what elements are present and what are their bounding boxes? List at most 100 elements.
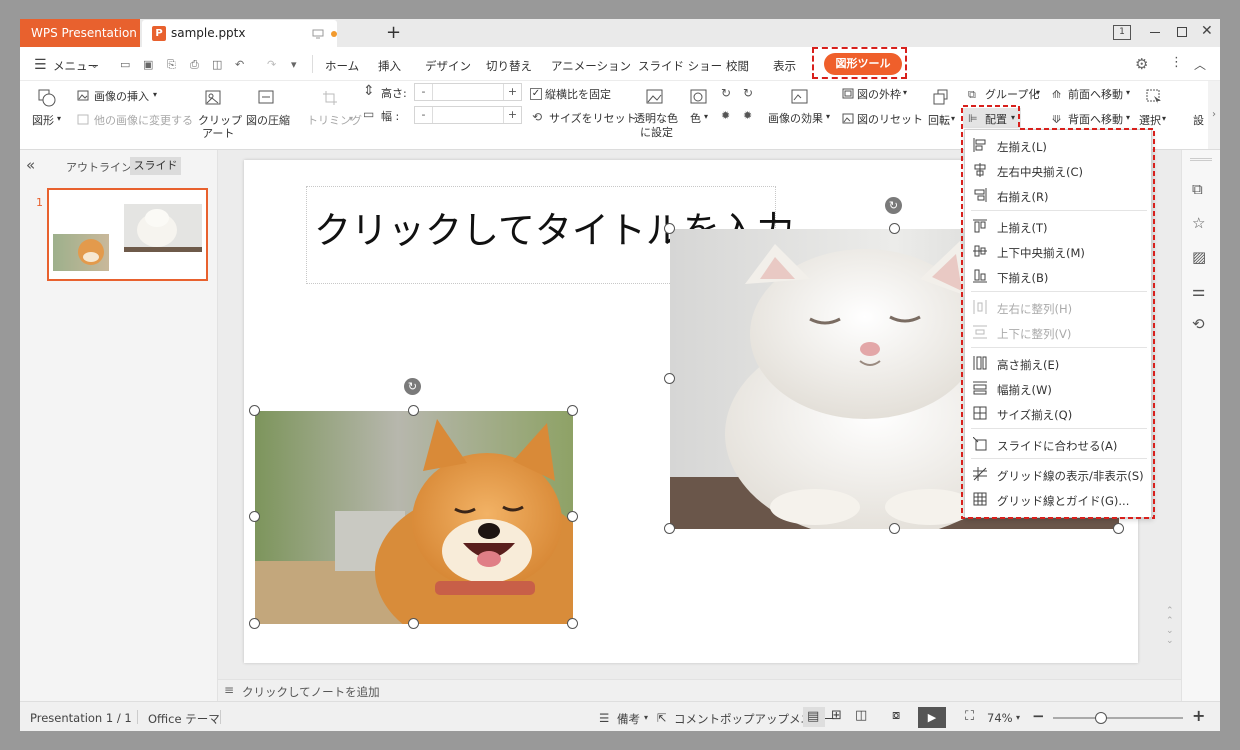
dog-image[interactable] [255,411,595,651]
trim-button[interactable]: トリミング [307,114,362,127]
brightness-down-icon[interactable]: ✹ [743,109,752,123]
resize-handle[interactable] [664,373,675,384]
tab-insert[interactable]: 挿入 [378,58,401,74]
resize-handle[interactable] [249,511,260,522]
tab-slides[interactable]: スライド [130,157,181,175]
outline-dropdown-icon[interactable]: ▾ [903,86,907,99]
save-icon[interactable]: ▣ [143,58,153,71]
slide-thumbnail[interactable] [47,188,208,281]
notes-placeholder[interactable]: クリックしてノートを追加 [242,684,380,700]
select-dropdown-icon[interactable]: ▾ [1162,112,1166,125]
insert-image-button[interactable]: 画像の挿入 [94,90,149,103]
image-effects-button[interactable]: 画像の効果 [768,112,823,125]
group-icon[interactable]: ⧉ [968,88,976,102]
brightness-up-icon[interactable]: ✹ [721,109,730,123]
resize-handle[interactable] [889,523,900,534]
new-tab-button[interactable]: + [386,22,401,43]
bring-forward-icon[interactable]: ⟰ [1052,88,1061,102]
redo-icon[interactable]: ↷ [267,58,276,71]
collapse-ribbon-icon[interactable]: ︿ [1194,56,1206,73]
resize-handle[interactable] [249,405,260,416]
height-spinner[interactable]: - + [414,83,522,101]
animation-icon[interactable]: ☆ [1192,214,1205,232]
fit-window-icon[interactable]: ⛶ [965,709,974,724]
tab-outline[interactable]: アウトライン [66,159,132,175]
resize-handle[interactable] [889,223,900,234]
zoom-slider-thumb[interactable] [1095,712,1108,724]
comment-icon[interactable]: ⇱ [657,711,667,725]
group-button[interactable]: グループ化 [985,88,1039,101]
group-dropdown-icon[interactable]: ▾ [1036,86,1040,99]
notes-toggle-button[interactable]: 備考 [617,711,640,727]
reset-size-icon[interactable]: ⟲ [532,110,542,124]
contrast-icon[interactable]: ↻ [743,86,753,100]
lock-ratio-checkbox[interactable]: ✓ [530,88,542,100]
window-count-badge[interactable]: 1 [1113,25,1131,40]
open-folder-icon[interactable]: ▭ [120,58,130,71]
settings-cut-button[interactable]: 設 [1193,114,1204,127]
tab-view[interactable]: 表示 [773,58,796,74]
theme-name[interactable]: Office テーマ [148,711,220,727]
customize-qat-icon[interactable]: ▾ [291,58,297,71]
tab-home[interactable]: ホーム [325,58,359,74]
resize-handle[interactable] [664,523,675,534]
rotate-icon[interactable] [933,89,949,105]
tab-transitions[interactable]: 切り替え [486,58,532,74]
slide-sorter-icon[interactable]: ⊞ [831,708,842,723]
width-spinner[interactable]: - + [414,106,522,124]
document-tab[interactable]: P sample.pptx [142,20,337,47]
restore-icon[interactable] [1177,27,1187,37]
presenter-icon[interactable]: ⧇ [892,708,900,723]
shape-button[interactable]: 図形 [32,114,54,127]
ribbon-scroll-right-icon[interactable]: › [1208,81,1220,149]
zoom-in-button[interactable]: + [1192,706,1205,725]
monitor-icon[interactable] [312,29,324,39]
normal-view-button[interactable]: ▤ [803,707,825,727]
close-icon[interactable]: ✕ [1201,23,1213,39]
outline-button[interactable]: 図の外枠 [857,88,901,101]
collapse-panel-icon[interactable]: « [26,156,35,174]
image-effects-icon[interactable] [791,89,809,105]
height-increment-button[interactable]: + [503,84,521,100]
compress-icon[interactable] [258,90,274,104]
notes-toggle-icon[interactable]: ☰ [599,711,609,725]
clipart-label-2[interactable]: アート [202,127,234,140]
transparent-color-label-2[interactable]: に設定 [640,126,673,139]
rotate-dropdown-icon[interactable]: ▾ [951,112,955,125]
tab-animations[interactable]: アニメーション [551,58,631,74]
tab-design[interactable]: デザイン [425,58,471,74]
scroll-nav-icon[interactable]: ⌃ ⌃ ⌄ ⌄ [1166,606,1174,646]
zoom-out-button[interactable]: − [1032,707,1045,725]
resize-handle[interactable] [408,618,419,629]
width-decrement-button[interactable]: - [415,107,433,123]
notes-dropdown-icon[interactable]: ▾ [644,713,648,722]
transparent-color-label-1[interactable]: 透明な色 [634,112,678,125]
slide-layout-icon[interactable]: ⧉ [1192,180,1203,198]
insert-image-icon[interactable] [77,90,89,101]
shape-dropdown-icon[interactable]: ▾ [57,112,61,125]
reset-picture-icon[interactable] [842,113,854,124]
zoom-level[interactable]: 74% [987,711,1013,725]
app-tab[interactable]: WPS Presentation [20,19,140,47]
color-icon[interactable] [690,89,708,105]
tab-slideshow[interactable]: スライド ショー [638,58,722,74]
resize-handle[interactable] [567,405,578,416]
clipart-label-1[interactable]: クリップ [198,114,242,127]
clipart-icon[interactable] [205,90,221,106]
reset-size-button[interactable]: サイズをリセット [549,112,637,125]
reading-view-icon[interactable]: ◫ [855,708,867,723]
minimize-icon[interactable] [1150,32,1160,33]
zoom-slider[interactable] [1053,717,1183,719]
more-options-icon[interactable]: ⋮ [1170,55,1183,70]
export-pdf-icon[interactable]: ⎘ [167,58,176,72]
resize-handle[interactable] [1113,523,1124,534]
reset-picture-button[interactable]: 図のリセット [857,113,923,126]
height-decrement-button[interactable]: - [415,84,433,100]
rotate-button[interactable]: 回転 [928,114,950,127]
color-button[interactable]: 色 [690,112,701,125]
insert-image-dropdown-icon[interactable]: ▾ [153,88,157,101]
settings-gear-icon[interactable]: ⚙ [1135,55,1148,73]
history-icon[interactable]: ⟲ [1192,315,1205,333]
notes-bar[interactable]: ≡ クリックしてノートを追加 [218,679,1181,701]
image-effects-dropdown-icon[interactable]: ▾ [826,110,830,123]
